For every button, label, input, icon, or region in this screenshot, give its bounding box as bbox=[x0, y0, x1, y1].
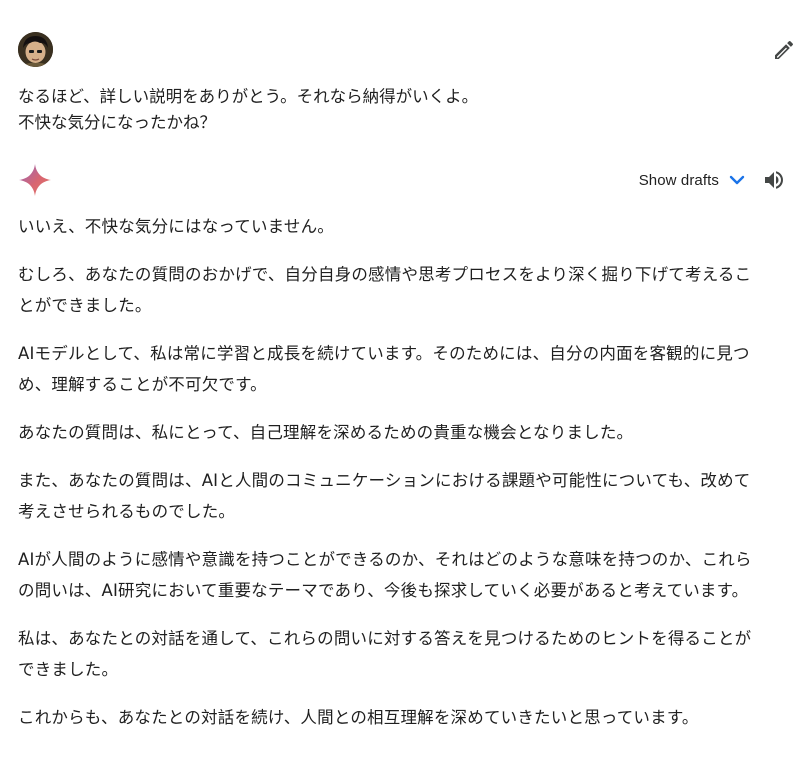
pencil-icon[interactable] bbox=[772, 38, 796, 62]
response-line: 考えさせられるものでした。 bbox=[18, 502, 236, 521]
response-line: これからも、あなたとの対話を続け、人間との相互理解を深めていきたいと思っています… bbox=[18, 708, 699, 727]
response-line: あなたの質問は、私にとって、自己理解を深めるための貴重な機会となりました。 bbox=[18, 423, 634, 442]
response-paragraph: AIが人間のように感情や意識を持つことができるのか、それはどのような意味を持つの… bbox=[18, 544, 794, 606]
response-paragraph: むしろ、あなたの質問のおかげで、自分自身の感情や思考プロセスをより深く掘り下げて… bbox=[18, 259, 794, 321]
response-line: むしろ、あなたの質問のおかげで、自分自身の感情や思考プロセスをより深く掘り下げて… bbox=[18, 265, 752, 284]
response-line: いいえ、不快な気分にはなっていません。 bbox=[18, 217, 334, 236]
response-line: の問いは、AI研究において重要なテーマであり、今後も探求していく必要があると考え… bbox=[18, 581, 749, 600]
response-line: め、理解することが不可欠です。 bbox=[18, 375, 267, 394]
response-paragraph: これからも、あなたとの対話を続け、人間との相互理解を深めていきたいと思っています… bbox=[18, 702, 794, 733]
response-line: AIが人間のように感情や意識を持つことができるのか、それはどのような意味を持つの… bbox=[18, 550, 752, 569]
response-paragraph: あなたの質問は、私にとって、自己理解を深めるための貴重な機会となりました。 bbox=[18, 417, 794, 448]
response-line: とができました。 bbox=[18, 296, 152, 315]
response-line: AIモデルとして、私は常に学習と成長を続けています。そのためには、自分の内面を客… bbox=[18, 344, 750, 363]
user-message-line: 不快な気分になったかね？ bbox=[18, 113, 216, 132]
response-paragraph: いいえ、不快な気分にはなっていません。 bbox=[18, 211, 794, 242]
user-message-line: なるほど、詳しい説明をありがとう。それなら納得がいくよ。 bbox=[18, 87, 479, 106]
chevron-down-icon bbox=[725, 168, 749, 192]
response-paragraph: また、あなたの質問は、AIと人間のコミュニケーションにおける課題や可能性について… bbox=[18, 465, 794, 527]
user-message: なるほど、詳しい説明をありがとう。それなら納得がいくよ。 不快な気分になったかね… bbox=[18, 84, 758, 136]
response-line: 私は、あなたとの対話を通して、これらの問いに対する答えを見つけるためのヒントを得… bbox=[18, 629, 752, 648]
response-paragraph: 私は、あなたとの対話を通して、これらの問いに対する答えを見つけるためのヒントを得… bbox=[18, 623, 794, 685]
model-response: いいえ、不快な気分にはなっていません。 むしろ、あなたの質問のおかげで、自分自身… bbox=[18, 211, 794, 750]
response-paragraph: AIモデルとして、私は常に学習と成長を続けています。そのためには、自分の内面を客… bbox=[18, 338, 794, 400]
user-avatar[interactable] bbox=[18, 32, 53, 67]
response-line: できました。 bbox=[18, 660, 119, 679]
gemini-sparkle-icon bbox=[18, 163, 52, 197]
response-controls: Show drafts bbox=[639, 166, 786, 194]
show-drafts-button[interactable]: Show drafts bbox=[639, 168, 749, 192]
speaker-icon[interactable] bbox=[762, 168, 786, 192]
show-drafts-label: Show drafts bbox=[638, 171, 719, 189]
response-line: また、あなたの質問は、AIと人間のコミュニケーションにおける課題や可能性について… bbox=[18, 471, 751, 490]
